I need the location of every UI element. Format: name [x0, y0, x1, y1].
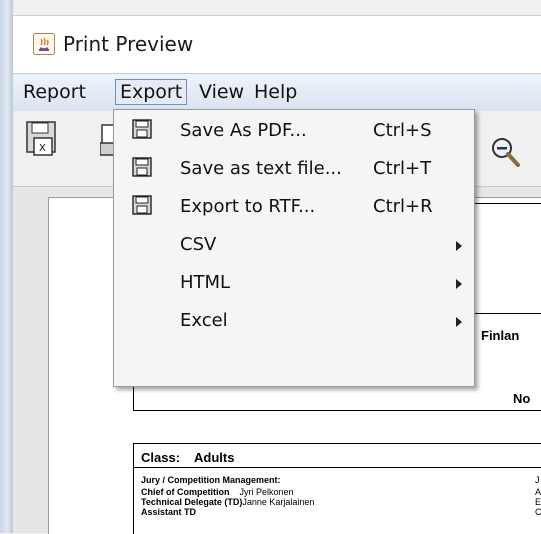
right-col-4: C: [535, 507, 541, 517]
chief-row: Chief of Competition Jyri Pelkonen: [141, 487, 294, 497]
menu-item-html[interactable]: HTML: [114, 265, 474, 301]
class-rule: [133, 467, 541, 468]
menu-item-export-rtf[interactable]: Export to RTF... Ctrl+R: [114, 189, 474, 225]
java-app-icon: [33, 33, 55, 55]
menu-item-label: Excel: [180, 310, 228, 331]
menu-item-shortcut: Ctrl+S: [373, 120, 432, 141]
svg-text:X: X: [39, 143, 46, 154]
menu-export[interactable]: Export: [115, 79, 188, 105]
jury-heading: Jury / Competition Management:: [141, 475, 281, 485]
td-row: Technical Delegate (TD)Janne Karjalainen: [141, 497, 315, 507]
export-dropdown-menu: Save As PDF... Ctrl+S Save as text file.…: [113, 109, 475, 387]
menu-item-save-text[interactable]: Save as text file... Ctrl+T: [114, 151, 474, 187]
zoom-out-icon[interactable]: [490, 136, 524, 172]
menu-item-save-pdf[interactable]: Save As PDF... Ctrl+S: [114, 113, 474, 149]
window-title: Print Preview: [63, 32, 194, 56]
save-icon: [132, 157, 152, 177]
menu-item-shortcut: Ctrl+T: [373, 158, 432, 179]
menu-view[interactable]: View: [195, 80, 248, 104]
right-col-3: E: [535, 497, 541, 507]
menu-report[interactable]: Report: [19, 80, 90, 104]
submenu-arrow-icon: [456, 241, 462, 251]
class-heading: Class: Adults: [141, 450, 234, 465]
submenu-arrow-icon: [456, 317, 462, 327]
right-col-1: J: [535, 475, 540, 485]
title-bar[interactable]: Print Preview: [13, 15, 541, 74]
submenu-arrow-icon: [456, 279, 462, 289]
menu-help[interactable]: Help: [250, 80, 301, 104]
report-country-text: Finlan: [481, 328, 520, 343]
menu-item-csv[interactable]: CSV: [114, 227, 474, 263]
class-value: Adults: [194, 450, 235, 465]
menu-item-shortcut: Ctrl+R: [373, 196, 433, 217]
menu-item-label: Save As PDF...: [180, 120, 307, 141]
menu-item-excel[interactable]: Excel: [114, 303, 474, 339]
export-excel-icon[interactable]: X: [26, 121, 60, 157]
menu-item-label: Export to RTF...: [180, 196, 316, 217]
menu-item-label: HTML: [180, 272, 231, 293]
menu-item-label: Save as text file...: [180, 158, 342, 179]
assistant-row: Assistant TD: [141, 507, 197, 517]
menu-bar: Report Export View Help: [13, 73, 541, 112]
class-label: Class:: [141, 450, 181, 465]
save-icon: [132, 195, 152, 215]
right-col-2: A: [535, 487, 541, 497]
print-icon[interactable]: [100, 123, 114, 157]
window-frame-left: [0, 0, 13, 533]
report-no-text: No: [513, 391, 531, 406]
save-icon: [132, 119, 152, 139]
menu-item-label: CSV: [180, 234, 217, 255]
